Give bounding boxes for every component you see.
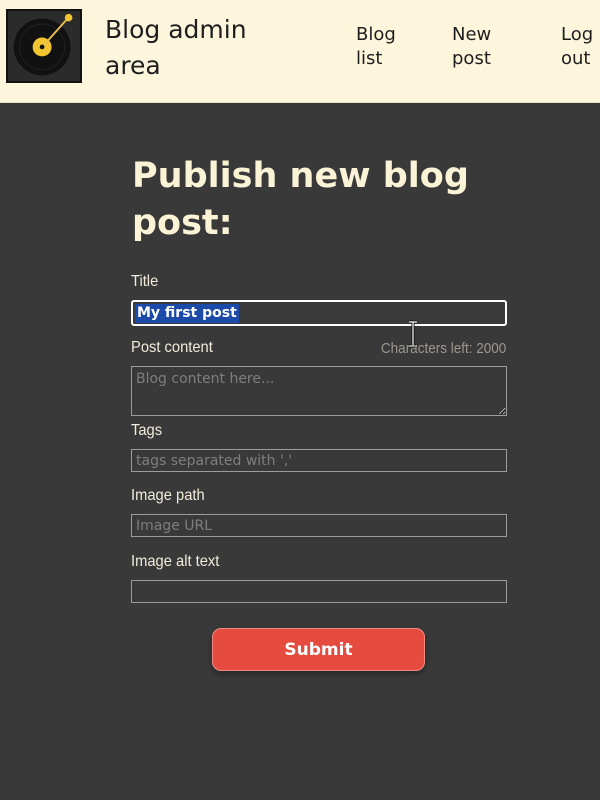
post-content-label: Post content (131, 339, 213, 356)
nav-log-out[interactable]: Log out (561, 23, 600, 71)
vinyl-record-icon[interactable] (6, 9, 82, 83)
brand-title: Blog admin area (105, 15, 247, 80)
submit-button[interactable]: Submit (212, 628, 425, 671)
image-alt-label: Image alt text (131, 553, 220, 570)
title-input[interactable]: My first post (131, 300, 507, 326)
nav-new-post[interactable]: New post (452, 23, 512, 71)
tags-label: Tags (131, 422, 163, 439)
nav-blog-list[interactable]: Blog list (356, 23, 416, 71)
page-title: Publish new blog post: (132, 156, 469, 243)
tags-input[interactable] (131, 449, 507, 472)
header: Blog admin area Blog list New post Log o… (0, 0, 600, 103)
image-path-input[interactable] (131, 514, 507, 537)
title-input-value: My first post (135, 304, 239, 323)
post-content-textarea[interactable] (131, 366, 507, 416)
image-alt-input[interactable] (131, 580, 507, 603)
characters-left: Characters left: 2000 (380, 340, 506, 357)
title-label: Title (131, 273, 159, 290)
image-path-label: Image path (131, 487, 205, 504)
